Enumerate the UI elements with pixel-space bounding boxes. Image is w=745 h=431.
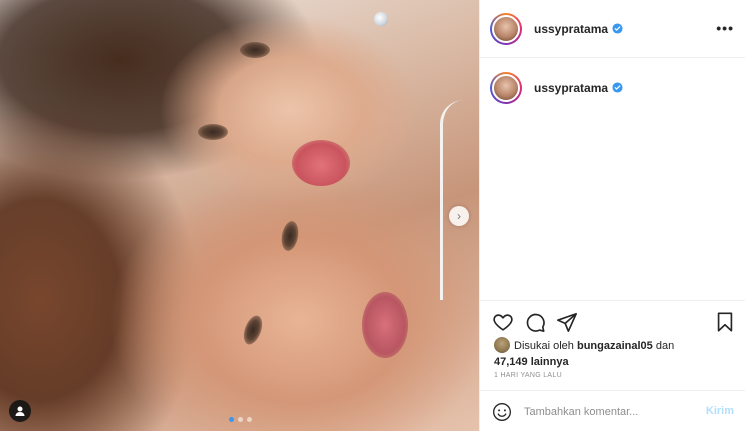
- carousel-dot: [229, 417, 234, 422]
- post-actions-section: Disukai oleh bungazainal05 dan 47,149 la…: [480, 300, 745, 431]
- photo-eye: [279, 219, 301, 253]
- post-timestamp[interactable]: 1 HARI YANG LALU: [494, 372, 562, 379]
- post-comment-button[interactable]: Kirim: [706, 405, 734, 417]
- liker-username[interactable]: bungazainal05: [577, 340, 653, 352]
- post-side-panel: ussypratama ••• ussypratama Disukai oleh…: [479, 0, 745, 431]
- earring-detail: [374, 12, 388, 26]
- photo-eye: [198, 124, 228, 140]
- avatar[interactable]: [490, 12, 522, 45]
- caption: ussypratama: [490, 72, 623, 104]
- smiley-icon[interactable]: [492, 402, 512, 422]
- header-username[interactable]: ussypratama: [534, 22, 623, 36]
- tagged-users-button[interactable]: [9, 400, 31, 422]
- bookmark-icon[interactable]: [714, 311, 736, 333]
- verified-badge-icon: [612, 82, 623, 93]
- comment-bar: Kirim: [480, 390, 745, 431]
- carousel-next-button[interactable]: ›: [449, 206, 469, 226]
- likes-count[interactable]: 47,149 lainnya: [494, 356, 569, 368]
- action-buttons: [492, 311, 578, 333]
- photo-strap: [440, 100, 464, 300]
- photo-eye: [240, 313, 266, 347]
- more-horizontal-icon: •••: [716, 20, 734, 36]
- carousel-indicator: [229, 417, 252, 422]
- post-photo[interactable]: [0, 0, 479, 431]
- likes-summary: Disukai oleh bungazainal05 dan 47,149 la…: [494, 337, 724, 370]
- caption-username[interactable]: ussypratama: [534, 81, 623, 95]
- comment-input[interactable]: [524, 405, 694, 418]
- post-header: ussypratama •••: [480, 0, 745, 58]
- caption-avatar[interactable]: [490, 72, 522, 104]
- verified-badge-icon: [612, 22, 623, 34]
- heart-icon[interactable]: [492, 311, 514, 333]
- more-options-button[interactable]: •••: [716, 20, 734, 36]
- photo-lips: [292, 140, 350, 186]
- carousel-dot: [247, 417, 252, 422]
- comment-icon[interactable]: [524, 311, 546, 333]
- photo-eye: [240, 42, 270, 58]
- user-tag-icon: [15, 406, 25, 416]
- share-icon[interactable]: [556, 311, 578, 333]
- photo-lips: [362, 292, 408, 358]
- liker-avatar: [494, 337, 510, 353]
- carousel-dot: [238, 417, 243, 422]
- chevron-right-icon: ›: [457, 209, 461, 223]
